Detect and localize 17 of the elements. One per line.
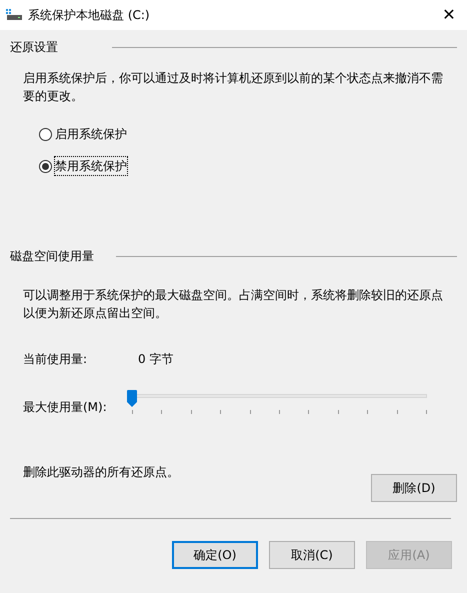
close-button[interactable]: ✕	[439, 7, 459, 23]
radio-option[interactable]: 启用系统保护	[39, 125, 127, 143]
delete-button[interactable]: 删除(D)	[371, 474, 457, 502]
drive-icon	[6, 9, 22, 21]
description: 可以调整用于系统保护的最大磁盘空间。占满空间时，系统将删除较旧的还原点以便为新还原点留出空间。	[23, 287, 443, 322]
max-usage-label: 最大使用量(M):	[23, 399, 108, 416]
dialog-button[interactable]: 取消(C)	[269, 541, 355, 569]
current-usage-label: 当前使用量:	[23, 351, 88, 368]
section-heading: 还原设置	[10, 39, 59, 56]
current-usage-value: 0 字节	[138, 351, 174, 368]
delete-description: 删除此驱动器的所有还原点。	[23, 464, 179, 481]
window-title: 系统保护本地磁盘 (C:)	[28, 7, 150, 24]
description: 启用系统保护后，你可以通过及时将计算机还原到以前的某个状态点来撤消不需要的更改。	[23, 70, 443, 105]
radio-option[interactable]: 禁用系统保护	[39, 157, 127, 175]
dialog-button[interactable]: 确定(O)	[172, 541, 258, 569]
slider-thumb[interactable]	[127, 390, 137, 407]
section-heading: 磁盘空间使用量	[10, 248, 95, 265]
